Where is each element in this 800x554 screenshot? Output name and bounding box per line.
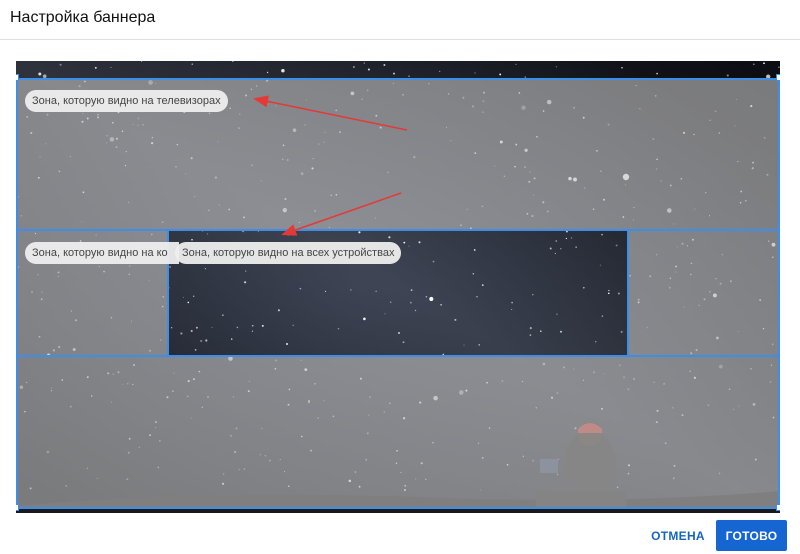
crop-handle-top-left[interactable]: [16, 74, 19, 81]
crop-handle-top-right[interactable]: [776, 74, 780, 81]
banner-crop-canvas[interactable]: Зона, которую видно на телевизорах Зона,…: [16, 61, 780, 513]
all-devices-zone-label: Зона, которую видно на всех устройствах: [175, 242, 402, 264]
tv-zone-label: Зона, которую видно на телевизорах: [25, 90, 228, 112]
done-button[interactable]: ГОТОВО: [716, 520, 787, 551]
tv-zone-right-edge: [778, 78, 780, 509]
tv-zone-left-edge: [16, 78, 18, 509]
desktop-zone-bottom-edge: [16, 355, 780, 357]
crop-handle-bottom-right[interactable]: [776, 504, 780, 511]
desktop-zone-top-edge: [16, 229, 780, 231]
tv-zone-bottom-edge: [16, 507, 780, 509]
all-devices-zone-right-edge: [627, 229, 629, 357]
tv-zone-top-edge: [16, 78, 780, 80]
dialog-title: Настройка баннера: [10, 9, 156, 26]
desktop-zone-label: Зона, которую видно на ко: [25, 242, 179, 264]
dim-overlay-bottom: [16, 356, 780, 508]
banner-settings-dialog: Настройка баннера Зона, которую видно на…: [0, 0, 800, 554]
dim-overlay-right: [628, 230, 780, 356]
dialog-header: Настройка баннера: [0, 0, 800, 40]
cancel-button[interactable]: ОТМЕНА: [643, 522, 713, 550]
crop-handle-bottom-left[interactable]: [16, 504, 19, 511]
